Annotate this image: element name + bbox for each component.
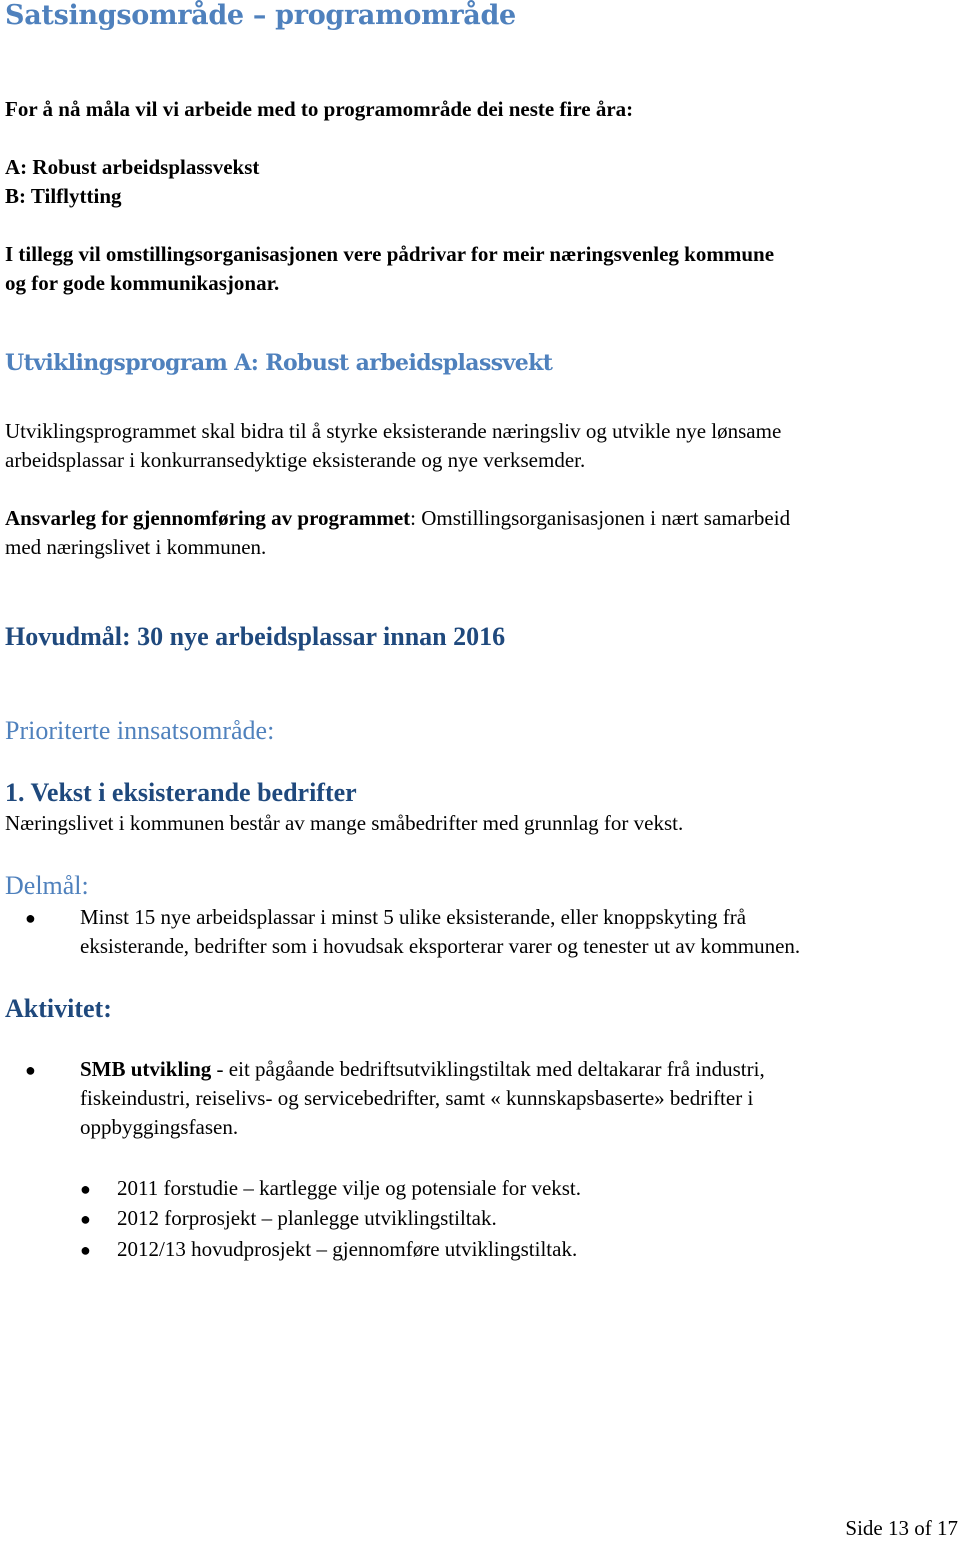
activity-line1: SMB utvikling - eit pågåande bedriftsutv… — [80, 1057, 765, 1082]
bullet-icon: ● — [25, 1060, 36, 1080]
activity-line2: fiskeindustri, reiselivs- og servicebedr… — [80, 1086, 754, 1110]
program-a-responsible: Ansvarleg for gjennomføring av programme… — [5, 506, 790, 531]
activity-text: - eit pågåande bedriftsutviklingstiltak … — [211, 1057, 765, 1081]
page-number: Side 13 of 17 — [845, 1516, 958, 1540]
phase-item: 2012 forprosjekt – planlegge utviklingst… — [117, 1206, 497, 1230]
subgoal-heading: Delmål: — [5, 871, 89, 900]
intro-addition-line1: I tillegg vil omstillingsorganisasjonen … — [5, 242, 775, 266]
subgoal-line2: eksisterande, bedrifter som i hovudsak e… — [80, 934, 801, 958]
phase-item: 2012/13 hovudprosjekt – gjennomføre utvi… — [117, 1237, 578, 1261]
intro-addition-line2: og for gode kommunikasjonar. — [5, 271, 280, 295]
intro-lead: For å nå måla vil vi arbeide med to prog… — [5, 97, 634, 121]
bullet-icon: ● — [80, 1179, 91, 1199]
phase-item: 2011 forstudie – kartlegge vilje og pote… — [117, 1176, 582, 1200]
responsible-label: Ansvarleg for gjennomføring av programme… — [5, 506, 411, 530]
page-title: Satsingsområde – programområde — [5, 0, 516, 31]
program-area-b: B: Tilflytting — [5, 184, 122, 208]
bullet-icon: ● — [80, 1209, 91, 1229]
focus-area-description: Næringslivet i kommunen består av mange … — [5, 811, 684, 835]
subgoal-line1: Minst 15 nye arbeidsplassar i minst 5 ul… — [80, 905, 747, 929]
bullet-icon: ● — [25, 908, 36, 928]
program-a-heading: Utviklingsprogram A: Robust arbeidsplass… — [5, 350, 553, 376]
program-a-responsible-line2: med næringslivet i kommunen. — [5, 535, 267, 559]
activity-heading: Aktivitet: — [5, 994, 112, 1023]
focus-area-heading: 1. Vekst i eksisterande bedrifter — [5, 778, 357, 807]
program-area-a: A: Robust arbeidsplassvekst — [5, 155, 260, 179]
main-goal: Hovudmål: 30 nye arbeidsplassar innan 20… — [5, 622, 506, 651]
priority-heading: Prioriterte innsatsområde: — [5, 716, 275, 745]
bullet-icon: ● — [80, 1240, 91, 1260]
responsible-text: : Omstillingsorganisasjonen i nært samar… — [410, 506, 791, 530]
program-a-description-line1: Utviklingsprogrammet skal bidra til å st… — [5, 419, 782, 443]
program-a-description-line2: arbeidsplassar i konkurransedyktige eksi… — [5, 448, 586, 472]
activity-title: SMB utvikling — [80, 1057, 212, 1081]
activity-line3: oppbyggingsfasen. — [80, 1115, 239, 1139]
